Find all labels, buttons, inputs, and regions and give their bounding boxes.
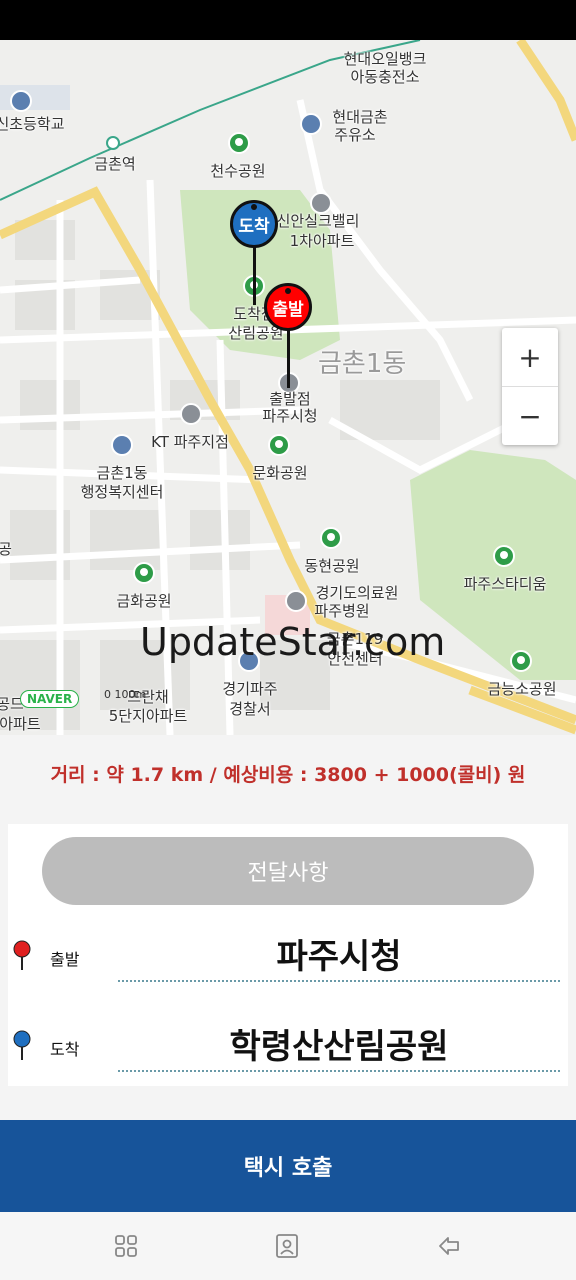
dest-field[interactable]: 학령산산림공원 [118,1024,560,1072]
map-label: 경기파주 [222,680,278,698]
park-icon [510,650,532,672]
message-button[interactable]: 전달사항 [42,837,534,905]
map-label: 금능소공원 [487,680,557,698]
building-icon [310,192,332,214]
map-label: 아파트 [0,715,41,733]
map-scale: 0 100m [104,688,147,701]
dest-pin-dot [251,204,257,210]
system-nav-bar [0,1212,576,1280]
naver-logo: NAVER [20,690,80,708]
school-icon [10,90,32,112]
back-icon[interactable] [437,1234,461,1258]
kt-icon [180,403,202,425]
dest-pin-stem [253,245,256,305]
map-label: 문화공원 [252,464,308,482]
map-label: 출발점 [269,390,311,408]
map-label: 동현공원 [304,557,360,575]
home-icon[interactable] [275,1234,299,1258]
map-label: 경기도의료원 [315,584,399,602]
map-label: 신초등학교 [0,115,65,133]
dest-marker-icon [13,1030,31,1060]
park-icon [320,527,342,549]
map-label: 금화공원 [116,592,172,610]
hospital-icon [285,590,307,612]
stadium-icon [493,545,515,567]
map-label: 금촌1동 [96,464,148,482]
map-label: 경찰서 [229,700,271,718]
park-icon [228,132,250,154]
start-pin-dot [285,288,291,294]
map-label: 파주스타디움 [463,575,547,593]
start-label: 출발 [50,950,80,969]
district-label: 금촌1동 [318,349,407,379]
map-label: 현대금촌 [332,108,388,126]
map-label: 파주병원 [314,602,370,620]
map-label: 5단지아파트 [108,707,188,725]
map-label: 1차아파트 [289,232,355,250]
map-label: 주유소 [334,126,376,144]
start-pin-stem [287,330,290,388]
call-taxi-button[interactable]: 택시 호출 [0,1120,576,1212]
start-field[interactable]: 파주시청 [118,934,560,982]
map-label: 아동충전소 [350,68,420,86]
zoom-in-button[interactable]: + [502,328,558,386]
watermark: UpdateStar.com [140,620,446,664]
map-label: 공 [0,540,12,558]
map-label: 파주시청 [262,407,318,425]
map-label: 행정복지센터 [80,483,164,501]
recent-apps-icon[interactable] [114,1234,138,1258]
map-label: 금촌역 [94,155,136,173]
map-view[interactable]: 현대오일뱅크 아동충전소현대금촌 주유소 신초등학교금촌역 천수공원신안실크밸리 1차아파… [0,40,576,735]
gas-station-icon [300,113,322,135]
fare-info: 거리 : 약 1.7 km / 예상비용 : 3800 + 1000(콜비) 원 [50,764,526,786]
start-marker-icon [13,940,31,970]
park-icon [268,434,290,456]
dest-label: 도착 [50,1040,80,1059]
status-bar [0,0,576,40]
map-label: 현대오일뱅크 [343,50,427,68]
zoom-control: + − [502,328,558,445]
park-icon [133,562,155,584]
map-label: 천수공원 [210,162,266,180]
map-label: 신안실크밸리 [276,212,360,230]
map-label: KT 파주지점 [151,433,229,451]
office-icon [111,434,133,456]
zoom-out-button[interactable]: − [502,387,558,445]
